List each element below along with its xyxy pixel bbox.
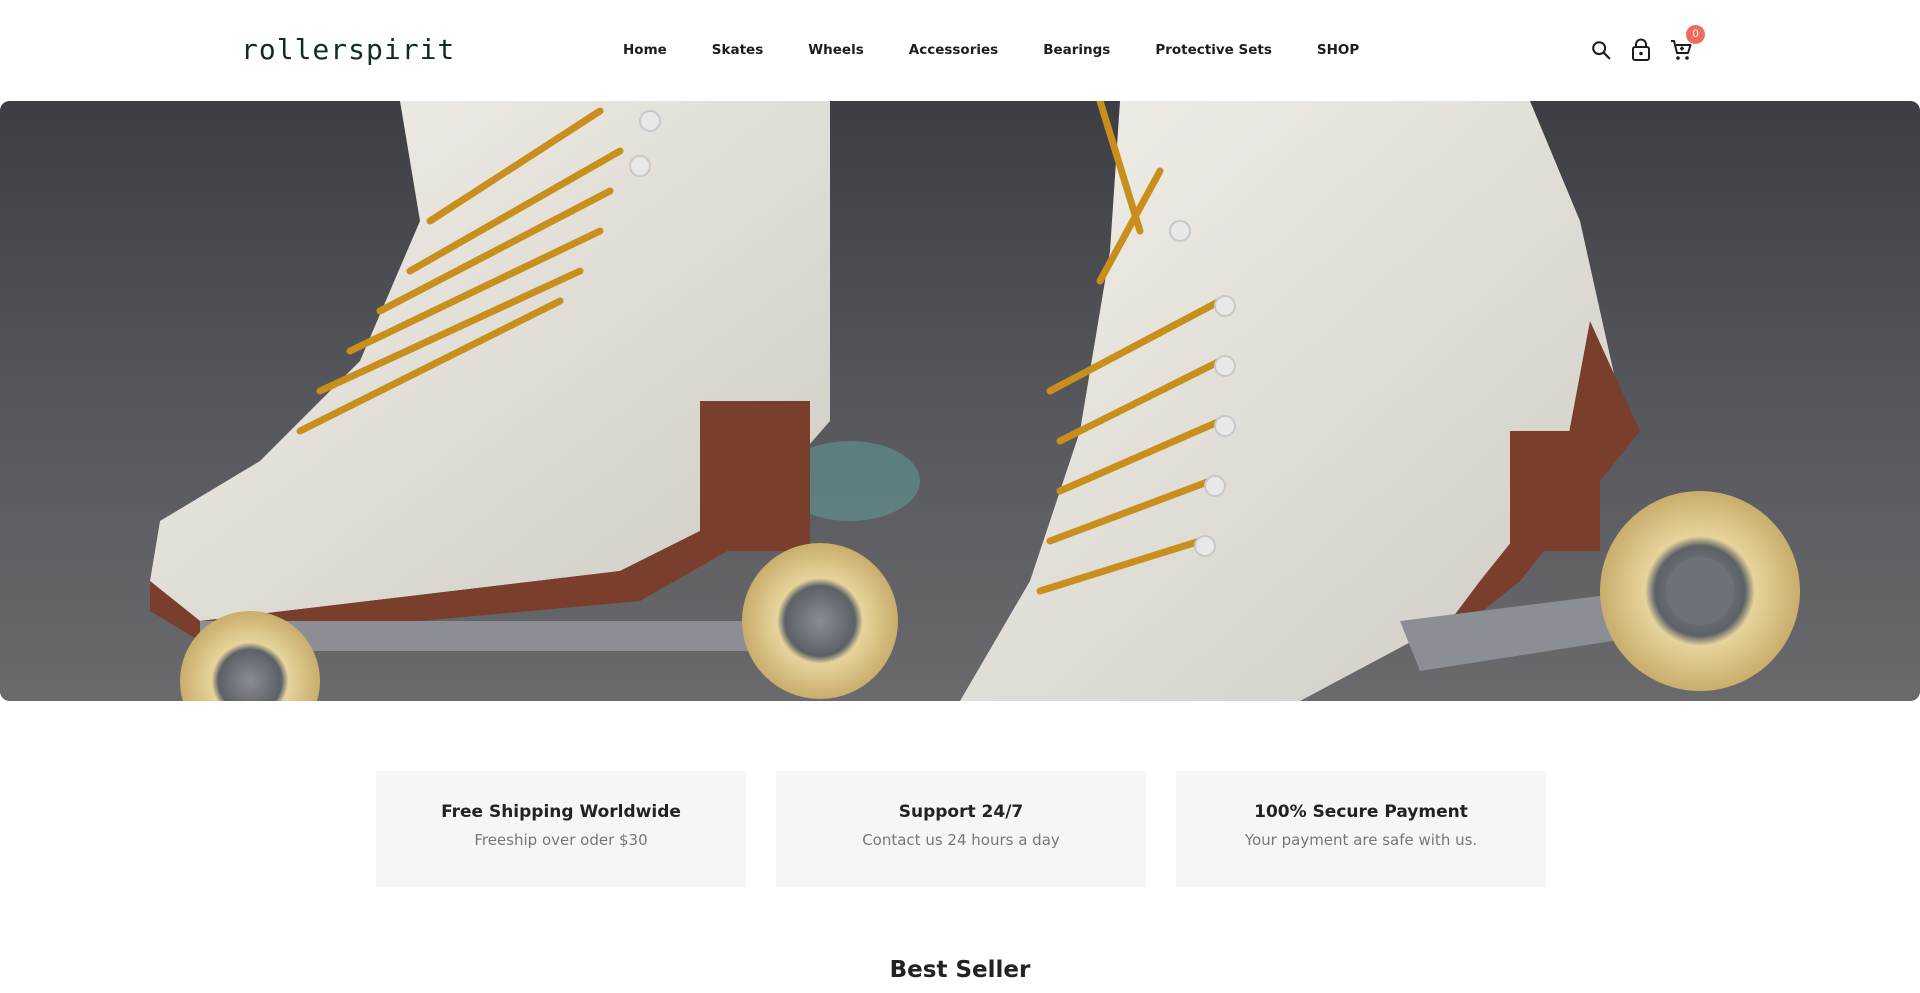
cart-button[interactable]: 0 [1668,25,1705,63]
lock-bag-icon [1632,38,1650,61]
cart-count-badge: 0 [1686,25,1705,44]
nav-item-shop[interactable]: SHOP [1317,42,1359,58]
header-icons: 0 [1588,25,1708,64]
feature-title: Support 24/7 [898,802,1024,822]
hero-banner[interactable] [0,101,1920,701]
nav-item-accessories[interactable]: Accessories [909,42,998,58]
feature-title: Free Shipping Worldwide [441,802,681,822]
site-header: rollerspirit Home Skates Wheels Accessor… [0,0,1920,101]
account-button[interactable] [1628,37,1654,63]
nav-item-home[interactable]: Home [623,42,667,58]
nav-item-protective-sets[interactable]: Protective Sets [1155,42,1272,58]
best-seller-heading: Best Seller [889,957,1031,983]
feature-subtitle: Contact us 24 hours a day [862,831,1060,849]
feature-subtitle: Your payment are safe with us. [1244,831,1478,849]
nav-item-wheels[interactable]: Wheels [808,42,863,58]
features-row: Free Shipping Worldwide Freeship over od… [376,771,1546,887]
feature-shipping: Free Shipping Worldwide Freeship over od… [376,771,746,887]
feature-subtitle: Freeship over oder $30 [474,831,648,849]
nav-item-skates[interactable]: Skates [712,42,763,58]
main-nav: Home Skates Wheels Accessories Bearings … [623,38,1404,62]
search-icon [1592,41,1611,60]
feature-title: 100% Secure Payment [1254,802,1468,822]
feature-support: Support 24/7 Contact us 24 hours a day [776,771,1146,887]
search-button[interactable] [1588,37,1614,63]
nav-item-bearings[interactable]: Bearings [1043,42,1110,58]
roller-skates-image [0,101,1920,701]
site-logo[interactable]: rollerspirit [241,30,455,70]
feature-payment: 100% Secure Payment Your payment are saf… [1176,771,1546,887]
